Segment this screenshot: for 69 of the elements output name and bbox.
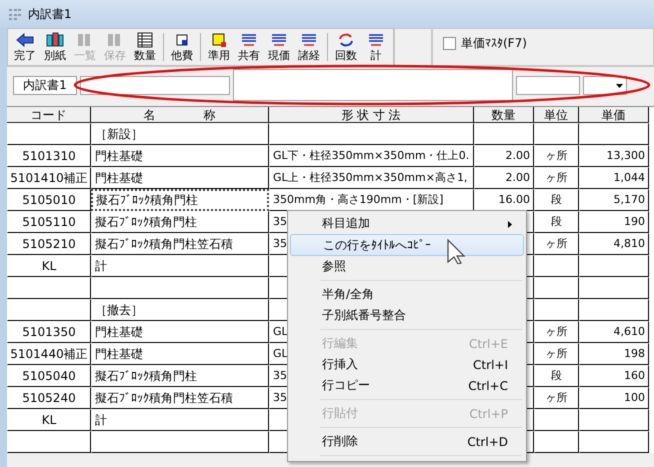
table-cell: 160 <box>579 365 649 387</box>
window-title: 内訳書1 <box>28 6 72 22</box>
table-cell: 計 <box>91 255 269 277</box>
table-cell: 擬石ﾌﾞﾛｯｸ積角門柱 <box>91 365 269 387</box>
table-cell: 5101310 <box>7 145 91 167</box>
table-cell: 門柱基礎 <box>91 321 269 343</box>
toolbar-button[interactable]: 完了 <box>10 30 40 64</box>
toolbar-button[interactable]: 回数 <box>331 30 361 64</box>
table-cell: ヶ所 <box>534 167 579 189</box>
table-cell: ヶ所 <box>534 233 579 255</box>
table-cell: 4,810 <box>579 233 649 255</box>
toolbar-button[interactable]: 計 <box>361 30 391 64</box>
table-cell: GL下・柱径350mm×350mm・仕上0. <box>269 145 474 167</box>
table-cell: 段 <box>534 365 579 387</box>
table-cell: 5105010 <box>7 189 91 211</box>
table-cell: 計 <box>91 409 269 431</box>
table-cell: 擬石ﾌﾞﾛｯｸ積角門柱笠石積 <box>91 233 269 255</box>
toolbar-button[interactable]: 他費 <box>167 30 197 64</box>
table-cell: GL上・柱径350mm×350mm×高さ1, <box>269 167 474 189</box>
table-cell: 門柱基礎 <box>91 167 269 189</box>
toolbar-button[interactable]: 諸経 <box>294 30 324 64</box>
table-cell: ヶ所 <box>534 321 579 343</box>
table-cell: 100 <box>579 387 649 409</box>
table-cell: 198 <box>579 343 649 365</box>
table-cell: KL <box>7 409 91 431</box>
sheet-title-label: 内訳書1 <box>13 76 77 94</box>
table-cell: 190 <box>579 211 649 233</box>
table-cell: 2.00 <box>474 145 534 167</box>
table-cell: KL <box>7 255 91 277</box>
table-cell: 5101410補正 <box>7 167 91 189</box>
column-header[interactable]: 単位 <box>534 107 579 123</box>
table-cell: ヶ所 <box>534 387 579 409</box>
table-cell: 13,300 <box>579 145 649 167</box>
price-master-checkbox[interactable]: 単価ﾏｽﾀ(F7) <box>443 35 527 52</box>
column-header[interactable]: 数量 <box>474 107 534 123</box>
table-cell: 擬石ﾌﾞﾛｯｸ積角門柱 <box>91 211 269 233</box>
table-cell: ヶ所 <box>534 343 579 365</box>
table-cell: 5,170 <box>579 189 649 211</box>
table-cell: 5105110 <box>7 211 91 233</box>
table-cell: 5105040 <box>7 365 91 387</box>
table-cell: 門柱基礎 <box>91 343 269 365</box>
table-cell: 2.00 <box>474 167 534 189</box>
table-cell: 5101440補正 <box>7 343 91 365</box>
table-cell: 4,610 <box>579 321 649 343</box>
table-cell: ［新設］ <box>91 123 269 145</box>
table-cell: 5101350 <box>7 321 91 343</box>
menu-item[interactable]: 参照 <box>290 256 524 277</box>
menu-item[interactable]: この行をﾀｲﾄﾙへｺﾋﾟｰ <box>290 234 524 256</box>
table-cell: ヶ所 <box>534 145 579 167</box>
column-header[interactable]: コード <box>7 107 91 123</box>
menu-item[interactable]: 行削除 Ctrl+D <box>290 431 524 452</box>
table-cell: 擬石ﾌﾞﾛｯｸ積角門柱 <box>91 189 269 211</box>
table-cell: 段 <box>534 189 579 211</box>
toolbar-button[interactable]: 共有 <box>234 30 264 64</box>
table-cell: 1,044 <box>579 167 649 189</box>
menu-item[interactable]: 半角/全角 <box>290 284 524 305</box>
table-cell: ［撤去］ <box>91 299 269 321</box>
toolbar-button[interactable]: 準用 <box>204 30 234 64</box>
table-cell: 擬石ﾌﾞﾛｯｸ積角門柱笠石積 <box>91 387 269 409</box>
column-header[interactable]: 形 状 寸 法 <box>269 107 474 123</box>
table-cell: 門柱基礎 <box>91 145 269 167</box>
toolbar-button[interactable]: 別紙 <box>40 30 70 64</box>
column-header[interactable]: 単価 <box>579 107 649 123</box>
toolbar-button[interactable]: 数量 <box>130 30 160 64</box>
table-cell: 5105210 <box>7 233 91 255</box>
column-header[interactable]: 名 称 <box>91 107 269 123</box>
table-cell: 段 <box>534 211 579 233</box>
table-cell: 5105240 <box>7 387 91 409</box>
toolbar-button[interactable]: 現価 <box>264 30 294 64</box>
